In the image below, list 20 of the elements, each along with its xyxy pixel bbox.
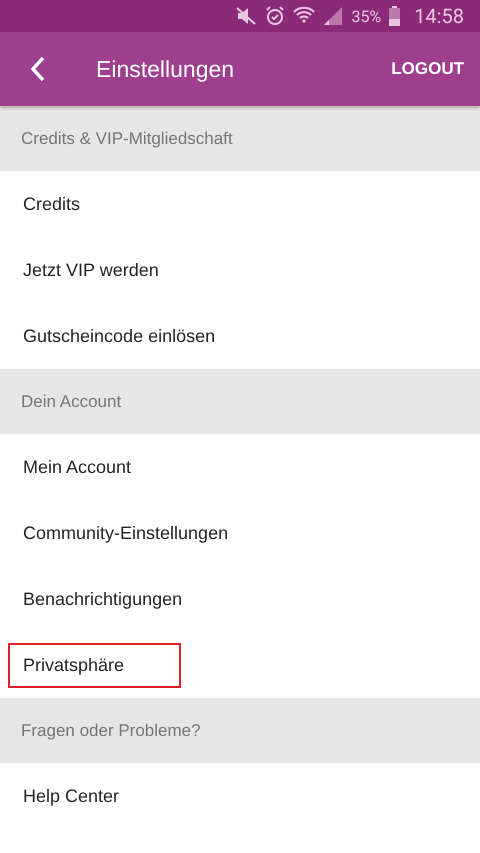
settings-item[interactable]: Gutscheincode einlösen — [8, 314, 230, 358]
settings-item[interactable]: Help Center — [8, 774, 134, 818]
signal-icon — [323, 6, 344, 26]
settings-item[interactable]: Mein Account — [8, 444, 146, 490]
section-header: Credits & VIP-Mitgliedschaft — [0, 106, 480, 171]
mute-icon — [235, 6, 258, 26]
settings-item[interactable]: Privatsphäre — [8, 642, 182, 688]
logout-button[interactable]: LOGOUT — [391, 53, 464, 85]
clock-time: 14:58 — [414, 4, 464, 28]
settings-item[interactable]: Community-Einstellungen — [8, 510, 244, 556]
settings-item[interactable]: Benachrichtigungen — [8, 576, 198, 622]
screen-title: Einstellungen — [96, 56, 236, 82]
section-header: Fragen oder Probleme? — [0, 698, 480, 763]
settings-item[interactable]: Credits — [8, 182, 96, 226]
settings-item[interactable]: Jetzt VIP werden — [8, 248, 174, 292]
alarm-icon — [265, 6, 286, 26]
battery-icon — [389, 6, 400, 26]
battery-percentage: 35% — [351, 6, 382, 26]
section-header: Dein Account — [0, 369, 480, 434]
back-icon[interactable] — [30, 56, 46, 82]
